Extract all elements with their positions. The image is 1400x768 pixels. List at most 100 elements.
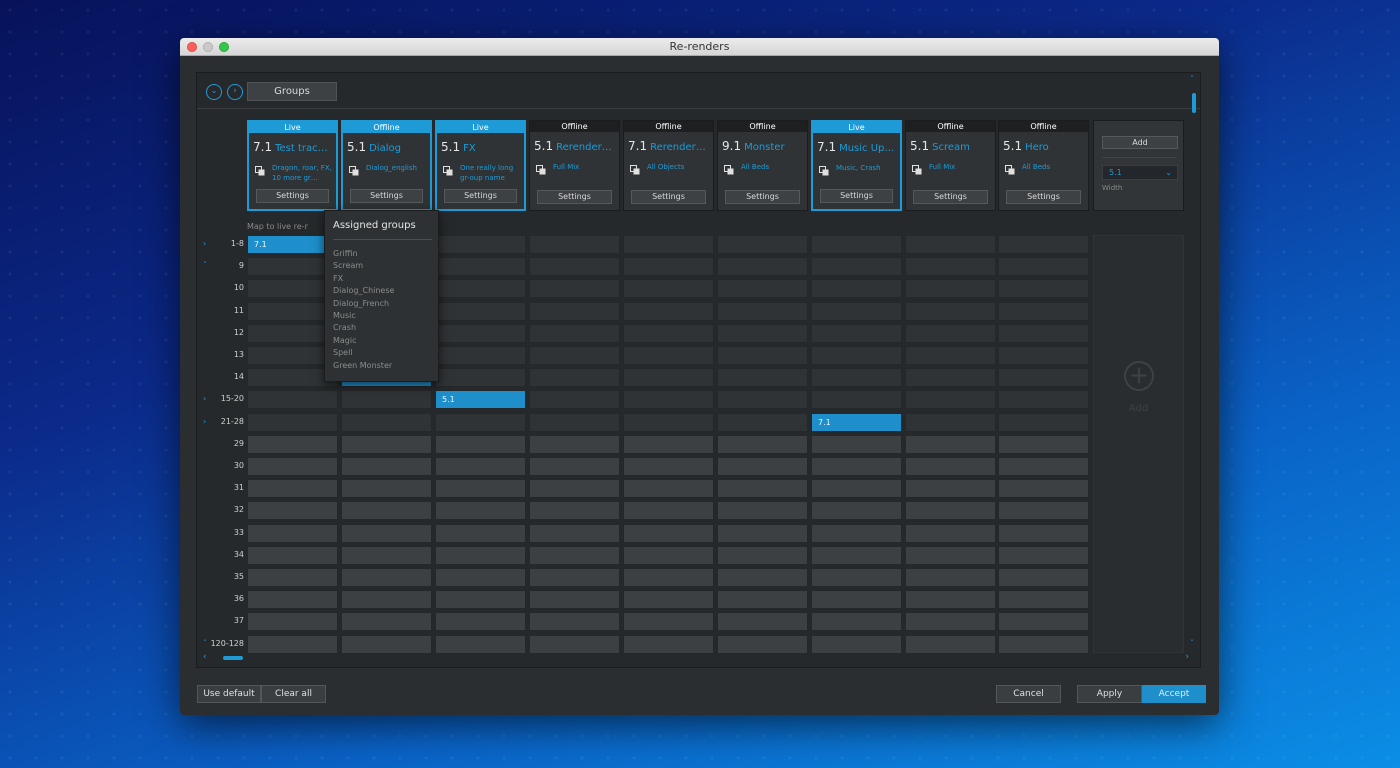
settings-button[interactable]: Settings [350,189,423,203]
grid-cell[interactable] [811,257,902,277]
grid-cell[interactable] [623,235,714,254]
render-name[interactable]: 5.1 Scream [910,139,992,153]
grid-cell[interactable] [998,412,1089,432]
collapse-all-icon[interactable]: ⌄ [206,84,222,100]
render-card[interactable]: Offline 5.1 Dialog Dialog_english Settings [341,120,432,211]
grid-cell[interactable] [717,390,808,410]
grid-cell[interactable] [529,346,620,365]
grid-cell[interactable] [529,545,620,565]
grid-cell[interactable] [435,279,526,299]
grid-cell[interactable] [811,634,902,654]
render-card[interactable]: Live 5.1 FX One really long gr-oup name Sett… [435,120,526,211]
grid-cell[interactable] [905,568,996,587]
grid-cell[interactable] [435,301,526,321]
grid-cell[interactable] [341,434,432,454]
grid-cell[interactable] [623,279,714,299]
grid-cell[interactable] [998,235,1089,254]
grid-cell[interactable] [247,568,338,587]
settings-button[interactable]: Settings [820,189,893,203]
settings-button[interactable]: Settings [1006,190,1081,204]
grid-cell[interactable] [529,368,620,388]
grid-cell[interactable] [905,523,996,543]
grid-cell[interactable] [998,590,1089,610]
grid-cell[interactable] [529,501,620,521]
grid-cell[interactable] [529,257,620,277]
grid-cell[interactable] [717,634,808,654]
render-groups[interactable]: All Beds [741,162,804,172]
grid-cell[interactable] [717,412,808,432]
grid-cell[interactable] [717,523,808,543]
grid-cell[interactable] [341,390,432,410]
grid-cell[interactable] [623,523,714,543]
add-drop-zone[interactable]: + Add [1093,235,1184,653]
grid-cell[interactable] [247,434,338,454]
grid-cell[interactable] [905,346,996,365]
settings-button[interactable]: Settings [725,190,800,204]
grid-cell[interactable] [811,457,902,476]
grid-cell[interactable] [998,257,1089,277]
grid-cell[interactable] [717,612,808,632]
width-select[interactable]: 5.1 ⌄ [1102,165,1178,180]
grid-cell[interactable] [905,279,996,299]
grid-cell[interactable] [341,545,432,565]
grid-cell[interactable] [529,301,620,321]
grid-cell[interactable] [717,545,808,565]
scroll-right-icon[interactable]: › [1185,652,1189,662]
settings-button[interactable]: Settings [631,190,706,204]
cancel-button[interactable]: Cancel [996,685,1061,703]
grid-cell[interactable] [435,346,526,365]
grid-cell[interactable] [717,457,808,476]
render-name[interactable]: 5.1 Hero [1003,139,1085,153]
grid-cell[interactable] [998,301,1089,321]
grid-cell[interactable] [998,457,1089,476]
grid-cell[interactable] [717,590,808,610]
grid-cell[interactable] [905,479,996,499]
grid-cell[interactable] [435,368,526,388]
grid-cell[interactable] [811,590,902,610]
grid-cell[interactable] [623,568,714,587]
grid-cell[interactable] [435,545,526,565]
grid-cell[interactable] [811,501,902,521]
grid-cell[interactable] [717,368,808,388]
grid-cell[interactable] [435,590,526,610]
render-card[interactable]: Offline 5.1 Rerender_04 Full Mix Settings [529,120,620,211]
grid-cell[interactable] [435,235,526,254]
grid-cell[interactable] [811,301,902,321]
grid-cell[interactable] [717,279,808,299]
render-name[interactable]: 7.1 Rerender_05 [628,139,710,153]
grid-cell[interactable] [998,479,1089,499]
grid-cell[interactable] [905,545,996,565]
grid-cell[interactable] [341,457,432,476]
render-card[interactable]: Offline 9.1 Monster All Beds Settings [717,120,808,211]
render-groups[interactable]: All Beds [1022,162,1085,172]
grid-cell[interactable] [623,346,714,365]
render-card[interactable]: Offline 7.1 Rerender_05 All Objects Settings [623,120,714,211]
grid-cell[interactable] [811,612,902,632]
expand-all-icon[interactable]: › [227,84,243,100]
grid-cell[interactable] [529,457,620,476]
grid-cell[interactable] [905,634,996,654]
grid-cell[interactable] [998,323,1089,343]
grid-cell[interactable] [435,434,526,454]
groups-button[interactable]: Groups [247,82,337,101]
vertical-scrollbar[interactable]: ˆ ˇ [1190,73,1198,653]
settings-button[interactable]: Settings [444,189,517,203]
grid-cell[interactable] [247,523,338,543]
grid-cell[interactable] [905,434,996,454]
grid-cell[interactable] [998,368,1089,388]
plus-circle-icon[interactable]: + [1124,361,1154,391]
grid-cell[interactable] [998,501,1089,521]
grid-cell[interactable] [247,501,338,521]
grid-cell[interactable] [435,523,526,543]
render-name[interactable]: 5.1 Dialog [347,140,427,154]
apply-button[interactable]: Apply [1077,685,1142,703]
render-groups[interactable]: Dialog_english [366,163,427,173]
grid-cell[interactable] [998,434,1089,454]
grid-cell[interactable] [623,634,714,654]
grid-cell[interactable] [341,568,432,587]
grid-cell[interactable] [998,634,1089,654]
grid-cell[interactable] [717,257,808,277]
grid-cell[interactable] [717,479,808,499]
minimize-window-button[interactable] [203,42,213,52]
grid-cell[interactable] [435,257,526,277]
